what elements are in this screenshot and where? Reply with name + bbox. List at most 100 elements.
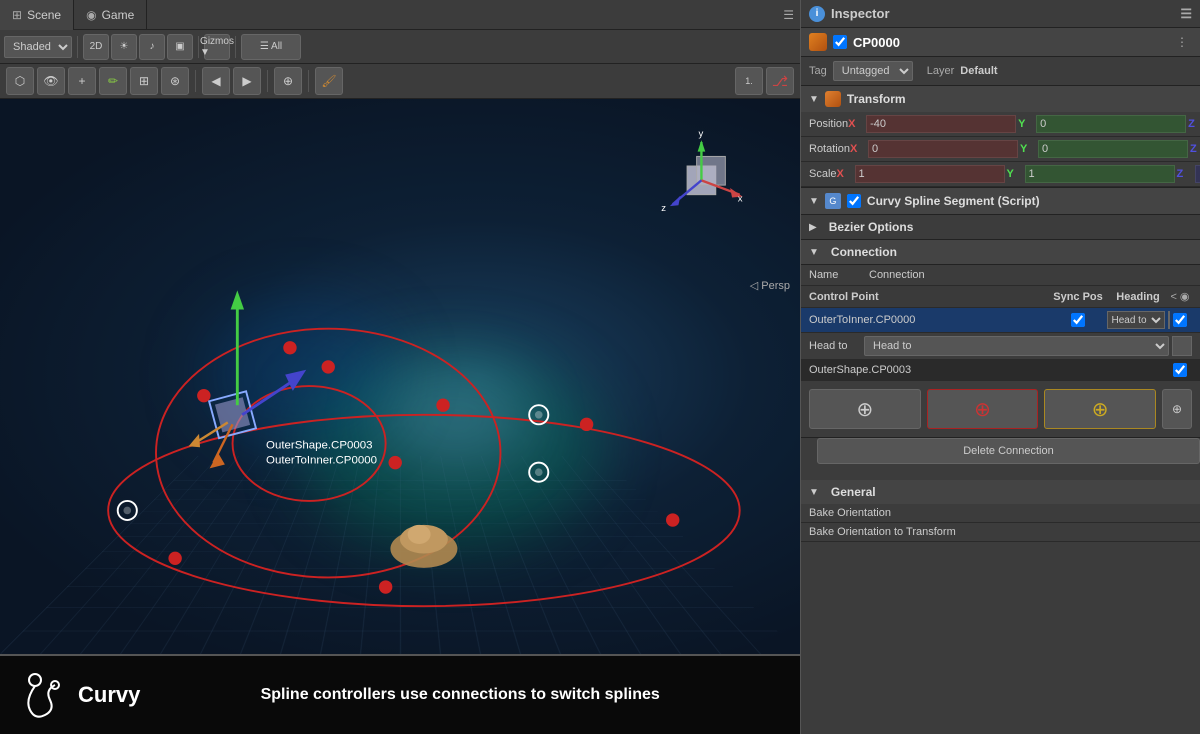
scale-label: Scale [809, 168, 837, 180]
fx-icon: ▣ [175, 41, 184, 52]
grid-tool[interactable]: ⊞ [130, 67, 158, 95]
pos-x-label: X [848, 118, 864, 130]
inspector-title: Inspector [831, 6, 890, 21]
small-tool2[interactable]: ⎇ [766, 67, 794, 95]
sun-btn[interactable]: ☀ [111, 34, 137, 60]
tab-scene[interactable]: ⊞ Scene [0, 0, 74, 30]
cp-header-row: Control Point Sync Pos Heading < ◉ [801, 286, 1200, 308]
persp-label: ◁ Persp [750, 279, 790, 292]
transform-section: ▼ Transform Position X Y Z [801, 86, 1200, 188]
curvy-text: Curvy [78, 682, 140, 708]
small-tool1[interactable]: 1. [735, 67, 763, 95]
general-collapse-icon: ▼ [809, 487, 819, 498]
pos-x-input[interactable] [866, 115, 1016, 133]
scene-toolbar: Shaded 2D ☀ ♪ ▣ Gizmos ▼ ☰ All [0, 30, 800, 64]
add-tool[interactable]: + [68, 67, 96, 95]
next-tool[interactable]: ▶ [233, 67, 261, 95]
scale-row: Scale X Y Z [801, 162, 1200, 187]
head-to-select[interactable]: Head to [864, 336, 1169, 356]
head-to-extra-btn[interactable] [1172, 336, 1192, 356]
bake-orientation-transform-row: Bake Orientation to Transform [801, 523, 1200, 542]
globe-btn-3[interactable]: ⊕ [1044, 389, 1156, 429]
crosshair-tool[interactable]: ⊕ [274, 67, 302, 95]
position-row: Position X Y Z [801, 112, 1200, 137]
cp-extra-col: < ◉ [1168, 290, 1192, 303]
globe-btn-2[interactable]: ⊕ [927, 389, 1039, 429]
scale-y-input[interactable] [1025, 165, 1175, 183]
2d-label: 2D [90, 41, 103, 52]
panel-menu-btn[interactable]: ☰ [783, 8, 800, 22]
cp-row1-sync [1048, 313, 1108, 327]
object-menu-btn[interactable]: ⋮ [1172, 32, 1192, 52]
svg-text:z: z [661, 203, 666, 214]
rot-x-label: X [850, 143, 866, 155]
gizmos-label: Gizmos ▼ [200, 36, 234, 58]
rot-x-input[interactable] [868, 140, 1018, 158]
transform-header[interactable]: ▼ Transform [801, 86, 1200, 112]
globe-icon-4: ⊕ [1172, 402, 1182, 416]
sync-pos-label: Sync Pos [1048, 291, 1108, 303]
cp-row1-flag-checkbox[interactable] [1173, 313, 1187, 327]
cp-row1-sync-checkbox[interactable] [1071, 313, 1085, 327]
cp-row1-heading: Head to [1108, 311, 1168, 329]
network-tool[interactable]: ⬡ [6, 67, 34, 95]
rotation-row: Rotation X Y Z [801, 137, 1200, 162]
general-header[interactable]: ▼ General [801, 480, 1200, 504]
all-btn[interactable]: ☰ All [241, 34, 301, 60]
all-label: ☰ All [260, 41, 282, 52]
delete-connection-label: Delete Connection [963, 445, 1054, 457]
tool-sep1 [195, 70, 196, 92]
rot-y-label: Y [1020, 143, 1036, 155]
scale-x-input[interactable] [855, 165, 1005, 183]
grid-icon: ⊞ [139, 74, 149, 88]
scale-x-label: X [837, 168, 853, 180]
audio-btn[interactable]: ♪ [139, 34, 165, 60]
connection-header[interactable]: ▼ Connection [801, 240, 1200, 265]
toolbar-sep2 [198, 36, 199, 58]
rotation-label: Rotation [809, 143, 850, 155]
prev-icon: ◀ [211, 74, 220, 88]
next-icon: ▶ [242, 74, 251, 88]
bake-orientation-transform-label: Bake Orientation to Transform [809, 526, 1192, 538]
general-section: ▼ General Bake Orientation Bake Orientat… [801, 480, 1200, 542]
rot-y-input[interactable] [1038, 140, 1188, 158]
2d-toggle[interactable]: 2D [83, 34, 109, 60]
connection-name-row: Name Connection [801, 265, 1200, 286]
branch-icon: ⎇ [772, 73, 788, 90]
transform-title: Transform [847, 92, 906, 106]
paint-tool[interactable]: 🖌 [315, 67, 343, 95]
scene-view[interactable]: OuterShape.CP0003 OuterToInner.CP0000 [0, 99, 800, 654]
object-enabled-checkbox[interactable] [833, 35, 847, 49]
cp-row1-flag [1168, 313, 1192, 327]
bottom-bar: Curvy Spline controllers use connections… [0, 654, 800, 734]
bezier-header[interactable]: ▶ Bezier Options [801, 215, 1200, 240]
globe-btn-4[interactable]: ⊕ [1162, 389, 1192, 429]
right-tools: 1. ⎇ [735, 67, 794, 95]
dots-tool[interactable]: ⊛ [161, 67, 189, 95]
sun-icon: ☀ [120, 41, 129, 52]
eye-tool[interactable]: 👁 [37, 67, 65, 95]
shading-select[interactable]: Shaded [4, 36, 72, 58]
tag-select[interactable]: Untagged [833, 61, 913, 81]
cp-row1-heading-select[interactable]: Head to [1107, 311, 1165, 329]
globe-btn-1[interactable]: ⊕ [809, 389, 921, 429]
pos-z-label: Z [1188, 118, 1200, 130]
script-section-header[interactable]: ▼ G Curvy Spline Segment (Script) [801, 188, 1200, 215]
tab-game[interactable]: ◉ Game [74, 0, 147, 30]
gizmos-btn[interactable]: Gizmos ▼ [204, 34, 230, 60]
cp-row2-flag-checkbox[interactable] [1173, 363, 1187, 377]
tool-row: ⬡ 👁 + ✏ ⊞ ⊛ ◀ ▶ [0, 64, 800, 99]
prev-tool[interactable]: ◀ [202, 67, 230, 95]
gamepad-icon: ◉ [86, 8, 96, 22]
info-icon: i [809, 6, 825, 22]
inspector-menu-btn[interactable]: ☰ [1180, 6, 1192, 22]
cp-row-2: OuterShape.CP0003 [801, 360, 1200, 381]
fx-btn[interactable]: ▣ [167, 34, 193, 60]
pencil-tool[interactable]: ✏ [99, 67, 127, 95]
delete-connection-btn[interactable]: Delete Connection [817, 438, 1200, 464]
script-title: Curvy Spline Segment (Script) [867, 194, 1040, 208]
pos-y-input[interactable] [1036, 115, 1186, 133]
scale-z-input[interactable] [1195, 165, 1200, 183]
rot-z-label: Z [1190, 143, 1200, 155]
script-enabled-checkbox[interactable] [847, 194, 861, 208]
